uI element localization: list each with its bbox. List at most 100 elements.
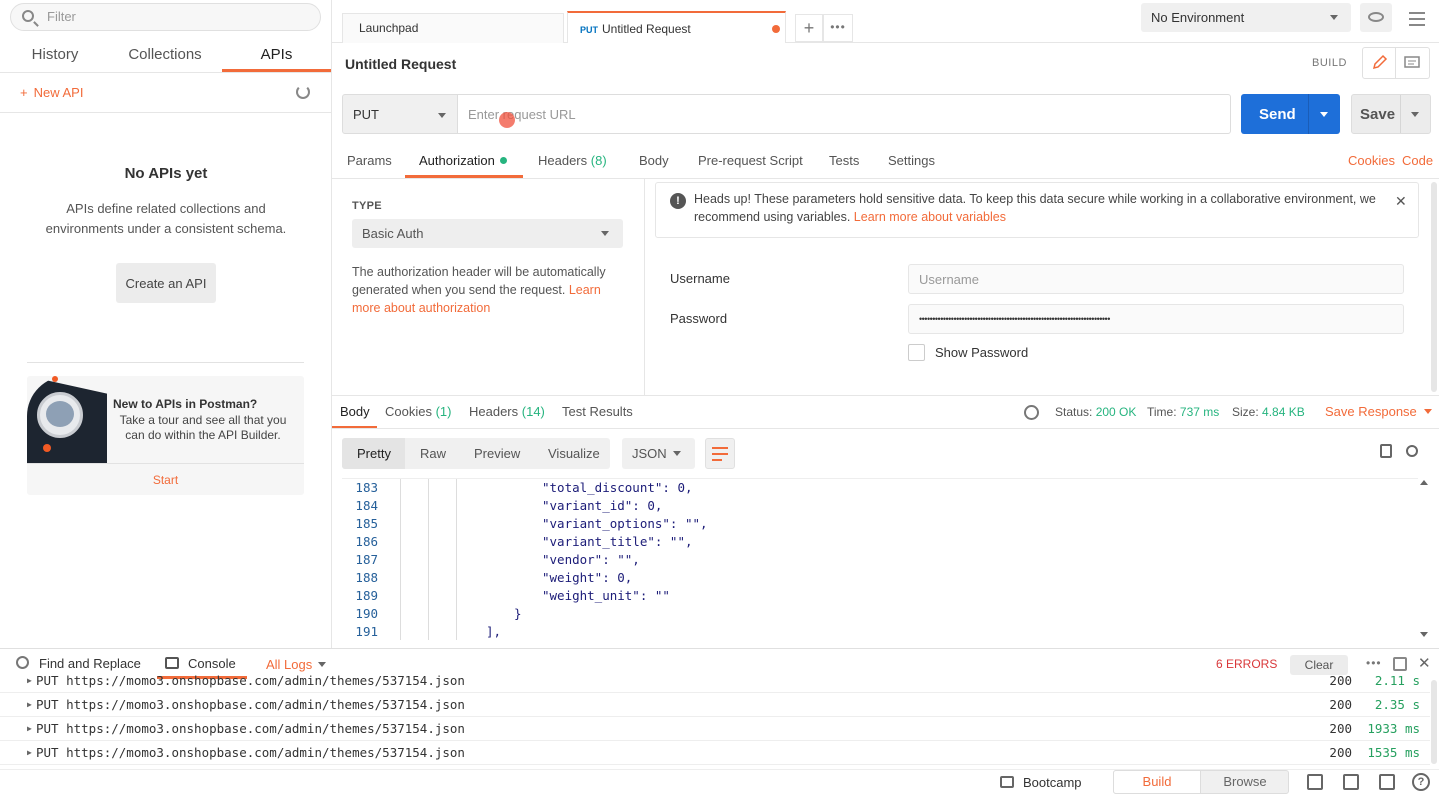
log-row[interactable]: ▶ PUT https://momo3.onshopbase.com/admin/… bbox=[0, 672, 1430, 693]
sliders-icon bbox=[1409, 18, 1425, 20]
globe-icon[interactable] bbox=[1024, 405, 1039, 420]
format-type-select[interactable]: JSON bbox=[622, 438, 695, 469]
code-scrollbar[interactable] bbox=[1419, 478, 1429, 640]
environment-select[interactable]: No Environment bbox=[1141, 3, 1351, 32]
format-type-value: JSON bbox=[632, 446, 667, 461]
save-options-chevron-icon[interactable] bbox=[1411, 112, 1419, 117]
log-row[interactable]: ▶ PUT https://momo3.onshopbase.com/admin/… bbox=[0, 717, 1430, 741]
two-pane-icon[interactable] bbox=[1307, 774, 1323, 790]
comments-button[interactable] bbox=[1396, 47, 1430, 79]
format-pretty[interactable]: Pretty bbox=[357, 446, 391, 461]
filter-input[interactable]: Filter bbox=[10, 3, 321, 31]
sidebar-tab-history[interactable]: History bbox=[22, 46, 88, 72]
tab-untitled-request[interactable]: PUT Untitled Request bbox=[567, 11, 786, 43]
show-password-checkbox[interactable] bbox=[908, 344, 925, 361]
find-and-replace-tab[interactable]: Find and Replace bbox=[39, 656, 141, 671]
response-tab-headers[interactable]: Headers (14) bbox=[469, 404, 545, 419]
learn-more-variables-link[interactable]: Learn more about variables bbox=[854, 210, 1006, 224]
log-status-code: 200 bbox=[1329, 721, 1352, 736]
line-number: 191 bbox=[355, 624, 378, 639]
tab-headers[interactable]: Headers (8) bbox=[538, 153, 607, 168]
cookies-link[interactable]: Cookies bbox=[1348, 153, 1395, 168]
all-logs-select[interactable]: All Logs bbox=[266, 657, 326, 672]
tab-prerequest-script[interactable]: Pre-request Script bbox=[698, 153, 803, 168]
username-input[interactable] bbox=[908, 264, 1404, 294]
expand-arrow-icon[interactable]: ▶ bbox=[27, 693, 32, 717]
send-options-chevron-icon[interactable] bbox=[1320, 112, 1328, 117]
help-icon[interactable]: ? bbox=[1412, 773, 1430, 791]
response-body-code[interactable]: 183 "total_discount": 0, 184 "variant_id": … bbox=[342, 478, 1418, 640]
response-tabs-divider bbox=[332, 428, 1439, 429]
search-icon[interactable] bbox=[1406, 445, 1418, 457]
tab-launchpad[interactable]: Launchpad bbox=[342, 13, 564, 43]
new-api-label: New API bbox=[33, 85, 84, 100]
response-tab-cookies[interactable]: Cookies (1) bbox=[385, 404, 451, 419]
bootcamp-link[interactable]: Bootcamp bbox=[1023, 775, 1082, 790]
tab-settings[interactable]: Settings bbox=[888, 153, 935, 168]
sidebar-tab-collections[interactable]: Collections bbox=[120, 46, 210, 72]
active-tab-indicator bbox=[405, 175, 523, 178]
expand-arrow-icon[interactable]: ▶ bbox=[27, 717, 32, 741]
eye-icon bbox=[1368, 12, 1384, 22]
code-link[interactable]: Code bbox=[1402, 153, 1433, 168]
format-raw[interactable]: Raw bbox=[420, 446, 446, 461]
log-duration: 2.11 s bbox=[1374, 673, 1420, 688]
console-more-icon[interactable]: ••• bbox=[1366, 656, 1382, 670]
close-console-icon[interactable]: ✕ bbox=[1418, 654, 1431, 672]
mode-browse[interactable]: Browse bbox=[1201, 770, 1289, 794]
auth-type-select[interactable]: Basic Auth bbox=[352, 219, 623, 248]
code-text: "total_discount": 0, bbox=[542, 480, 693, 495]
tab-body[interactable]: Body bbox=[639, 153, 669, 168]
alert-text: Heads up! These parameters hold sensitiv… bbox=[694, 192, 1376, 224]
console-scrollbar[interactable] bbox=[1431, 680, 1437, 764]
create-api-button[interactable]: Create an API bbox=[116, 263, 216, 303]
format-visualize[interactable]: Visualize bbox=[548, 446, 600, 461]
manage-environments-button[interactable] bbox=[1401, 3, 1433, 32]
auth-scrollbar[interactable] bbox=[1431, 182, 1437, 392]
expand-arrow-icon[interactable]: ▶ bbox=[27, 672, 32, 693]
status-label: Status: bbox=[1055, 405, 1093, 419]
refresh-icon[interactable] bbox=[296, 85, 310, 99]
response-tab-body[interactable]: Body bbox=[340, 404, 370, 419]
decor-dot-icon bbox=[43, 444, 51, 452]
more-tabs-button[interactable]: ••• bbox=[823, 14, 853, 42]
url-input[interactable] bbox=[457, 94, 1231, 134]
promo-start-link[interactable]: Start bbox=[27, 473, 304, 487]
save-button[interactable]: Save bbox=[1351, 94, 1431, 134]
response-tab-test-results[interactable]: Test Results bbox=[562, 404, 633, 419]
log-status-code: 200 bbox=[1329, 673, 1352, 688]
code-text: "weight": 0, bbox=[542, 570, 633, 585]
copy-icon[interactable] bbox=[1380, 444, 1392, 458]
time-label: Time: bbox=[1147, 405, 1177, 419]
build-mode-label: BUILD bbox=[1312, 57, 1347, 69]
edit-button[interactable] bbox=[1362, 47, 1396, 79]
chevron-down-icon bbox=[1420, 632, 1428, 637]
close-icon[interactable]: ✕ bbox=[1395, 193, 1407, 210]
method-select[interactable]: PUT bbox=[342, 94, 458, 134]
request-title[interactable]: Untitled Request bbox=[345, 56, 456, 72]
save-response-button[interactable]: Save Response bbox=[1325, 404, 1433, 419]
code-text: "vendor": "", bbox=[542, 552, 640, 567]
new-tab-button[interactable]: + bbox=[795, 14, 823, 42]
tab-params[interactable]: Params bbox=[347, 153, 392, 168]
all-logs-label: All Logs bbox=[266, 657, 313, 672]
format-preview[interactable]: Preview bbox=[474, 446, 520, 461]
log-row[interactable]: ▶ PUT https://momo3.onshopbase.com/admin/… bbox=[0, 741, 1430, 765]
username-label: Username bbox=[670, 271, 730, 286]
password-input[interactable]: ••••••••••••••••••••••••••••••••••••••••… bbox=[908, 304, 1404, 334]
code-line: 184 "variant_id": 0, bbox=[342, 497, 662, 515]
expand-arrow-icon[interactable]: ▶ bbox=[27, 741, 32, 765]
calendar-icon[interactable] bbox=[1379, 774, 1395, 790]
errors-count[interactable]: 6 ERRORS bbox=[1216, 657, 1277, 671]
mode-build[interactable]: Build bbox=[1113, 770, 1201, 794]
promo-divider bbox=[27, 362, 304, 363]
layout-icon[interactable] bbox=[1343, 774, 1359, 790]
new-api-button[interactable]: + New API bbox=[20, 85, 83, 100]
console-tab[interactable]: Console bbox=[188, 656, 236, 671]
wrap-lines-button[interactable] bbox=[705, 438, 735, 469]
active-dot-icon bbox=[499, 157, 507, 164]
popout-icon[interactable] bbox=[1393, 657, 1407, 671]
tab-tests[interactable]: Tests bbox=[829, 153, 859, 168]
tab-authorization[interactable]: Authorization bbox=[419, 153, 507, 168]
log-row[interactable]: ▶ PUT https://momo3.onshopbase.com/admin/… bbox=[0, 693, 1430, 717]
